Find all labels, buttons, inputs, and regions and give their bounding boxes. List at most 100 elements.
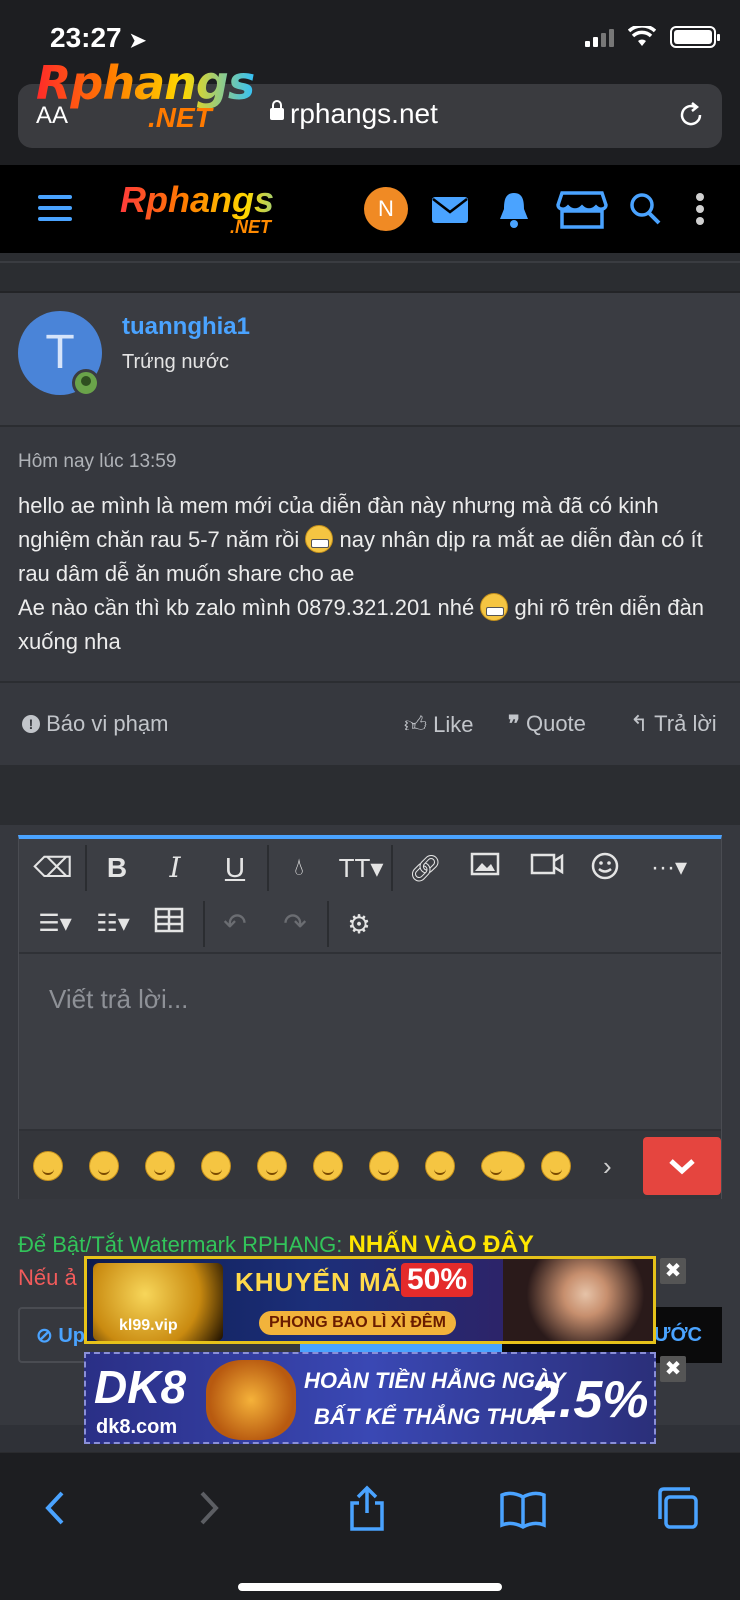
site-header: Rphangs .NET N xyxy=(0,165,740,253)
smilie-icon[interactable] xyxy=(89,1151,119,1181)
underline-icon[interactable]: U xyxy=(215,851,255,885)
smilie-icon[interactable] xyxy=(481,1151,525,1181)
ad2-mascot-image xyxy=(206,1360,296,1440)
grin-emoji-icon xyxy=(480,593,509,621)
close-icon[interactable]: ✖ xyxy=(660,1356,686,1382)
toolbar-row-2: ☰▾ ☷▾ ↶ ↷ ⚙ xyxy=(19,895,721,951)
upload-label: Up xyxy=(58,1325,85,1347)
note-text: Nếu ả xyxy=(18,1265,77,1290)
smilie-icon[interactable] xyxy=(369,1151,399,1181)
post-body: hello ae mình là mem mới của diễn đàn nà… xyxy=(18,489,718,659)
settings-gear-icon[interactable]: ⚙ xyxy=(339,907,379,941)
smilie-icon[interactable] xyxy=(541,1151,571,1181)
italic-icon[interactable]: I xyxy=(155,851,195,885)
paperclip-icon: ⊘ xyxy=(36,1325,53,1347)
quote-icon: ❞ xyxy=(508,711,520,736)
more-vertical-icon[interactable] xyxy=(690,187,710,231)
smilie-icon[interactable] xyxy=(257,1151,287,1181)
like-button[interactable]: 👍︎ Like xyxy=(404,711,473,738)
smilie-icon[interactable] xyxy=(33,1151,63,1181)
smilie-bar: › xyxy=(19,1129,721,1199)
video-icon[interactable] xyxy=(527,851,567,885)
menu-icon[interactable] xyxy=(38,195,72,221)
ad2-logo: DK8 xyxy=(94,1361,187,1413)
watermark-logo: Rphangs .NET xyxy=(36,56,256,136)
image-icon[interactable] xyxy=(465,851,505,885)
quote-button[interactable]: ❞ Quote xyxy=(508,711,586,737)
status-icons xyxy=(585,26,720,48)
status-time: 23:27 ➤ xyxy=(50,22,146,54)
watermark-logo-sub: .NET xyxy=(148,102,212,133)
align-icon[interactable]: ☰▾ xyxy=(31,907,79,941)
ad1-percent: 50% xyxy=(401,1263,474,1297)
url-text[interactable]: rphangs.net xyxy=(290,98,438,130)
post-actions: ! Báo vi phạm 👍︎ Like ❞ Quote ↰ Trả lời xyxy=(0,681,740,765)
close-icon[interactable]: ✖ xyxy=(660,1258,686,1284)
bold-icon[interactable]: B xyxy=(97,851,137,885)
location-arrow-icon: ➤ xyxy=(129,30,147,52)
ad-banner-dk8[interactable]: DK8 dk8.com HOÀN TIỀN HẰNG NGÀY BẤT KỂ T… xyxy=(84,1352,656,1444)
ad1-headline: KHUYẾN MÃI xyxy=(235,1267,410,1297)
eraser-icon[interactable]: ⌫ xyxy=(33,851,73,885)
post-timestamp[interactable]: Hôm nay lúc 13:59 xyxy=(18,451,176,473)
status-time-text: 23:27 xyxy=(50,22,122,53)
report-label: Báo vi phạm xyxy=(46,711,169,736)
home-indicator xyxy=(238,1583,502,1591)
font-size-icon[interactable]: TT▾ xyxy=(335,851,387,885)
cellular-signal-icon xyxy=(585,27,614,47)
ad1-site: kl99.vip xyxy=(119,1317,178,1334)
reply-editor: ⌫ B I U 💧︎ TT▾ 🔗︎ ···▾ ☰▾ ☷▾ ↶ ↷ ⚙ Viết … xyxy=(18,835,722,1199)
reload-icon[interactable] xyxy=(676,100,706,130)
section-divider xyxy=(0,765,740,825)
submit-reply-button[interactable] xyxy=(643,1137,721,1195)
tabs-icon[interactable] xyxy=(654,1483,704,1533)
bell-icon[interactable] xyxy=(494,187,534,231)
mail-icon[interactable] xyxy=(430,187,470,231)
store-icon[interactable] xyxy=(556,187,608,231)
redo-icon[interactable]: ↷ xyxy=(275,907,315,941)
smilie-icon[interactable] xyxy=(313,1151,343,1181)
undo-icon[interactable]: ↶ xyxy=(215,907,255,941)
online-status-icon xyxy=(72,369,100,397)
thumbs-up-icon: 👍︎ xyxy=(404,712,427,737)
ad-banner-kl99[interactable]: kl99.vip KHUYẾN MÃI 50% PHONG BAO LÌ XÌ … xyxy=(84,1256,656,1344)
ad2-line2: BẤT KỂ THẮNG THUA xyxy=(314,1404,548,1429)
account-avatar[interactable]: N xyxy=(364,187,408,231)
reply-input[interactable]: Viết trả lời... xyxy=(49,984,188,1015)
lock-icon xyxy=(270,100,284,120)
site-logo[interactable]: Rphangs .NET xyxy=(120,179,310,241)
search-icon[interactable] xyxy=(626,187,666,231)
smilie-icon[interactable] xyxy=(145,1151,175,1181)
battery-icon xyxy=(670,26,720,48)
share-icon[interactable] xyxy=(342,1483,392,1533)
watermark-toggle-line: Để Bật/Tắt Watermark RPHANG: NHẤN VÀO ĐÂ… xyxy=(18,1231,534,1259)
reply-arrow-icon: ↰ xyxy=(630,711,649,736)
table-icon[interactable] xyxy=(149,907,189,941)
user-title: Trứng nước xyxy=(122,351,229,373)
back-icon[interactable] xyxy=(30,1483,80,1533)
post-user-block: T tuannghia1 Trứng nước xyxy=(0,293,740,427)
link-icon[interactable]: 🔗︎ xyxy=(405,851,445,885)
report-button[interactable]: ! Báo vi phạm xyxy=(22,711,168,737)
upload-attachment-button[interactable]: ⊘ Up xyxy=(36,1323,85,1348)
ad1-model-image xyxy=(503,1259,653,1341)
ad2-site: dk8.com xyxy=(96,1416,178,1438)
color-drop-icon[interactable]: 💧︎ xyxy=(279,851,319,885)
watermark-toggle-link[interactable]: NHẤN VÀO ĐÂY xyxy=(349,1231,534,1258)
post-text-3: Ae nào cần thì kb zalo mình 0879.321.201… xyxy=(18,595,481,620)
list-icon[interactable]: ☷▾ xyxy=(89,907,137,941)
toolbar-row-1: ⌫ B I U 💧︎ TT▾ 🔗︎ ···▾ xyxy=(19,839,721,895)
bookmarks-icon[interactable] xyxy=(498,1483,548,1533)
reply-button[interactable]: ↰ Trả lời xyxy=(630,711,717,737)
smilie-icon[interactable] xyxy=(201,1151,231,1181)
username-link[interactable]: tuannghia1 xyxy=(122,313,250,341)
chevron-right-icon[interactable]: › xyxy=(603,1151,612,1182)
alert-icon: ! xyxy=(22,715,40,733)
smiley-icon[interactable] xyxy=(585,851,625,885)
forward-icon[interactable] xyxy=(184,1483,234,1533)
more-options-icon[interactable]: ···▾ xyxy=(641,851,697,885)
wifi-icon xyxy=(628,26,656,46)
watermark-logo-top: Rphangs xyxy=(36,56,255,110)
smilie-icon[interactable] xyxy=(425,1151,455,1181)
browser-bottom-bar xyxy=(0,1452,740,1600)
